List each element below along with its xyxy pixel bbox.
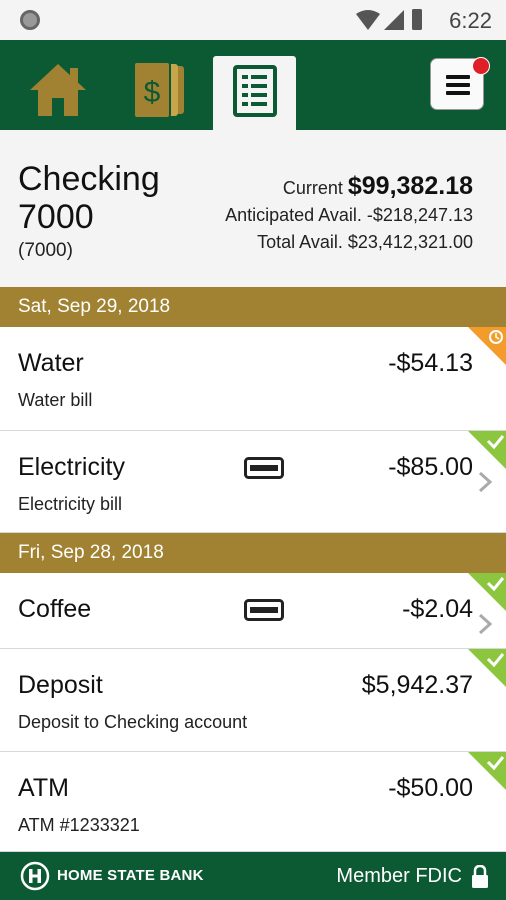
pending-clock-icon bbox=[468, 327, 506, 365]
anticipated-row: Anticipated Avail. -$218,247.13 bbox=[225, 205, 473, 226]
current-value: $99,382.18 bbox=[347, 172, 473, 200]
transaction-name: Deposit bbox=[18, 671, 103, 699]
camera-dot-icon bbox=[20, 10, 40, 30]
transaction-name: Water bbox=[18, 349, 84, 377]
anticipated-value: -$218,247.13 bbox=[366, 205, 473, 225]
transaction-row[interactable]: ATM ATM #1233321 -$50.00 bbox=[0, 752, 506, 852]
transaction-amount: $5,942.37 bbox=[361, 671, 473, 699]
transaction-amount: -$54.13 bbox=[388, 349, 473, 377]
member-fdic: Member FDIC bbox=[336, 865, 462, 887]
transaction-amount: -$2.04 bbox=[402, 595, 473, 623]
transaction-description: Deposit to Checking account bbox=[18, 712, 248, 732]
transaction-amount: -$85.00 bbox=[388, 453, 473, 481]
card-icon bbox=[244, 599, 284, 621]
date-header: Sat, Sep 29, 2018 bbox=[0, 287, 506, 327]
transaction-amount: -$50.00 bbox=[388, 774, 473, 802]
account-summary: Checking 7000 (7000) Current $99,382.18 … bbox=[0, 130, 506, 287]
transaction-row[interactable]: Water Water bill -$54.13 bbox=[0, 327, 506, 431]
signal-icons bbox=[356, 9, 422, 30]
total-avail-row: Total Avail. $23,412,321.00 bbox=[257, 232, 473, 253]
clock-time: 6:22 bbox=[449, 8, 492, 33]
cell-signal-icon bbox=[384, 10, 404, 30]
tab-transfers[interactable]: $ bbox=[124, 40, 194, 130]
lock-icon bbox=[472, 865, 488, 888]
wifi-icon bbox=[356, 10, 380, 30]
home-icon bbox=[30, 64, 86, 116]
cleared-check-icon bbox=[468, 431, 506, 469]
bank-name: HOME STATE BANK bbox=[57, 867, 204, 884]
cleared-check-icon bbox=[468, 752, 506, 790]
dollar-cards-icon: $ bbox=[133, 61, 184, 119]
current-balance-row: Current $99,382.18 bbox=[283, 172, 473, 201]
battery-icon bbox=[412, 9, 422, 30]
transaction-description: ATM #1233321 bbox=[18, 815, 140, 835]
chevron-right-icon[interactable] bbox=[476, 609, 496, 639]
transaction-name: ATM bbox=[18, 774, 69, 802]
total-value: $23,412,321.00 bbox=[347, 232, 473, 252]
tab-statements[interactable] bbox=[213, 56, 296, 130]
chevron-right-icon[interactable] bbox=[476, 467, 496, 497]
account-name: Checking 7000 bbox=[18, 160, 160, 236]
status-bar: 6:22 bbox=[0, 0, 506, 40]
transaction-description: Electricity bill bbox=[18, 494, 123, 514]
current-label: Current bbox=[282, 178, 343, 198]
anticipated-label: Anticipated Avail. bbox=[225, 205, 362, 225]
transaction-name: Coffee bbox=[18, 595, 92, 623]
footer: HOME STATE BANK Member FDIC bbox=[0, 852, 506, 900]
transaction-description: Water bill bbox=[18, 390, 93, 410]
date-header: Fri, Sep 28, 2018 bbox=[0, 533, 506, 573]
notification-badge bbox=[472, 57, 490, 75]
cleared-check-icon bbox=[468, 649, 506, 687]
transaction-row[interactable]: Deposit Deposit to Checking account $5,9… bbox=[0, 649, 506, 752]
transaction-row[interactable]: Coffee -$2.04 bbox=[0, 573, 506, 649]
account-number: (7000) bbox=[18, 240, 73, 261]
cleared-check-icon bbox=[468, 573, 506, 611]
transaction-row[interactable]: Electricity Electricity bill -$85.00 bbox=[0, 431, 506, 533]
total-label: Total Avail. bbox=[257, 232, 343, 252]
bank-logo-icon bbox=[20, 861, 50, 891]
statement-icon bbox=[233, 65, 277, 117]
transaction-name: Electricity bbox=[18, 453, 125, 481]
svg-text:$: $ bbox=[144, 76, 161, 109]
card-icon bbox=[244, 457, 284, 479]
tab-home[interactable] bbox=[20, 40, 96, 130]
